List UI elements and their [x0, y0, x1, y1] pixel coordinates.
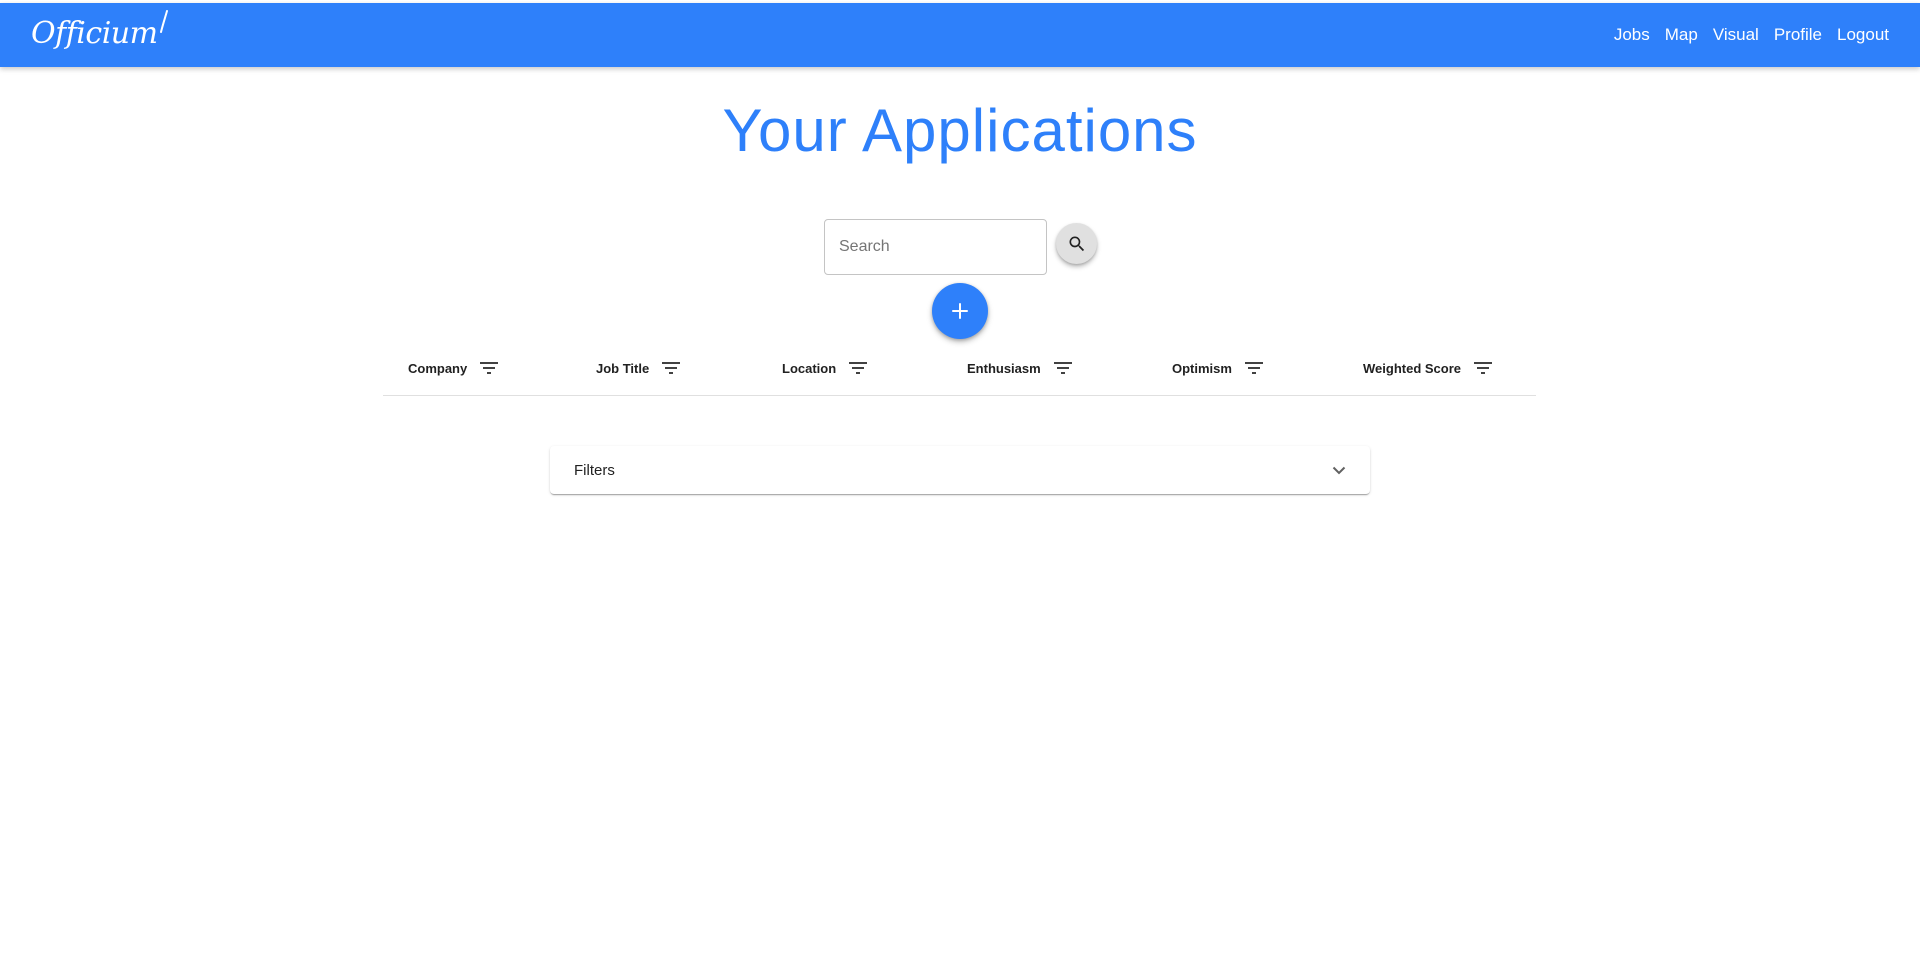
filters-label: Filters: [574, 461, 615, 479]
column-header-job-title: Job Title: [596, 340, 683, 396]
search-icon: [1069, 236, 1084, 251]
filter-icon[interactable]: [846, 356, 870, 380]
navbar: Officium Jobs Map Visual Profile Logout: [0, 3, 1920, 67]
filter-icon[interactable]: [477, 356, 501, 380]
chevron-down-icon: [1332, 466, 1346, 474]
table-header: Company Job Title Location Enthusiasm Op…: [383, 340, 1536, 396]
brand-logo[interactable]: Officium: [31, 10, 169, 58]
column-header-enthusiasm: Enthusiasm: [967, 340, 1075, 396]
column-label: Company: [408, 360, 468, 376]
filter-icon[interactable]: [659, 356, 683, 380]
column-label: Enthusiasm: [967, 360, 1041, 376]
column-label: Job Title: [596, 360, 650, 376]
search-input[interactable]: [824, 219, 1047, 275]
column-label: Optimism: [1172, 360, 1232, 376]
filter-icon[interactable]: [1051, 356, 1075, 380]
column-header-location: Location: [782, 340, 870, 396]
column-header-company: Company: [408, 340, 501, 396]
plus-icon: [952, 303, 968, 319]
column-header-optimism: Optimism: [1172, 340, 1266, 396]
nav-links: Jobs Map Visual Profile Logout: [1606, 3, 1889, 67]
nav-link-jobs[interactable]: Jobs: [1606, 3, 1657, 67]
column-header-weighted-score: Weighted Score: [1363, 340, 1495, 396]
page-title: Your Applications: [722, 97, 1198, 164]
nav-link-map[interactable]: Map: [1657, 3, 1705, 67]
filter-icon[interactable]: [1242, 356, 1266, 380]
add-application-button[interactable]: [932, 283, 988, 339]
column-label: Weighted Score: [1363, 360, 1462, 376]
search-button[interactable]: [1056, 223, 1097, 264]
feather-icon: [159, 10, 168, 33]
nav-link-logout[interactable]: Logout: [1830, 3, 1889, 67]
brand-text: Officium: [31, 16, 158, 51]
nav-link-visual[interactable]: Visual: [1705, 3, 1766, 67]
nav-link-profile[interactable]: Profile: [1766, 3, 1829, 67]
filter-icon[interactable]: [1471, 356, 1495, 380]
filters-expansion-panel[interactable]: Filters: [550, 446, 1370, 494]
column-label: Location: [782, 360, 837, 376]
